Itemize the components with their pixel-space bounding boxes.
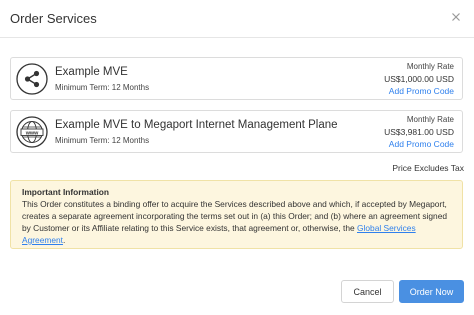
monthly-rate-value: US$3,981.00 USD [384, 127, 454, 137]
price-excludes-tax-note: Price Excludes Tax [392, 163, 464, 173]
add-promo-code-link[interactable]: Add Promo Code [389, 139, 454, 149]
service-term: Minimum Term: 12 Months [55, 136, 150, 145]
info-title: Important Information [22, 187, 110, 197]
order-services-dialog: Order Services Example MVE Minimum Term:… [0, 0, 474, 315]
service-name: Example MVE to Megaport Internet Managem… [55, 119, 338, 131]
monthly-rate-label: Monthly Rate [406, 115, 454, 124]
dialog-title: Order Services [10, 11, 97, 26]
cancel-button[interactable]: Cancel [341, 280, 394, 303]
service-card: www Example MVE to Megaport Internet Man… [10, 110, 463, 153]
add-promo-code-link[interactable]: Add Promo Code [389, 86, 454, 96]
service-term: Minimum Term: 12 Months [55, 83, 150, 92]
www-globe-icon: www [16, 116, 48, 148]
service-card: Example MVE Minimum Term: 12 Months Mont… [10, 57, 463, 100]
monthly-rate-label: Monthly Rate [406, 62, 454, 71]
info-text-tail: . [62, 235, 66, 245]
header-divider [0, 37, 474, 38]
monthly-rate-value: US$1,000.00 USD [384, 74, 454, 84]
share-nodes-icon [16, 63, 48, 95]
order-now-button[interactable]: Order Now [399, 280, 464, 303]
important-information-box: Important Information This Order constit… [10, 180, 463, 249]
info-body: This Order constitutes a binding offer t… [22, 198, 451, 246]
close-icon[interactable] [448, 9, 464, 25]
svg-text:www: www [25, 130, 39, 136]
service-name: Example MVE [55, 66, 128, 78]
